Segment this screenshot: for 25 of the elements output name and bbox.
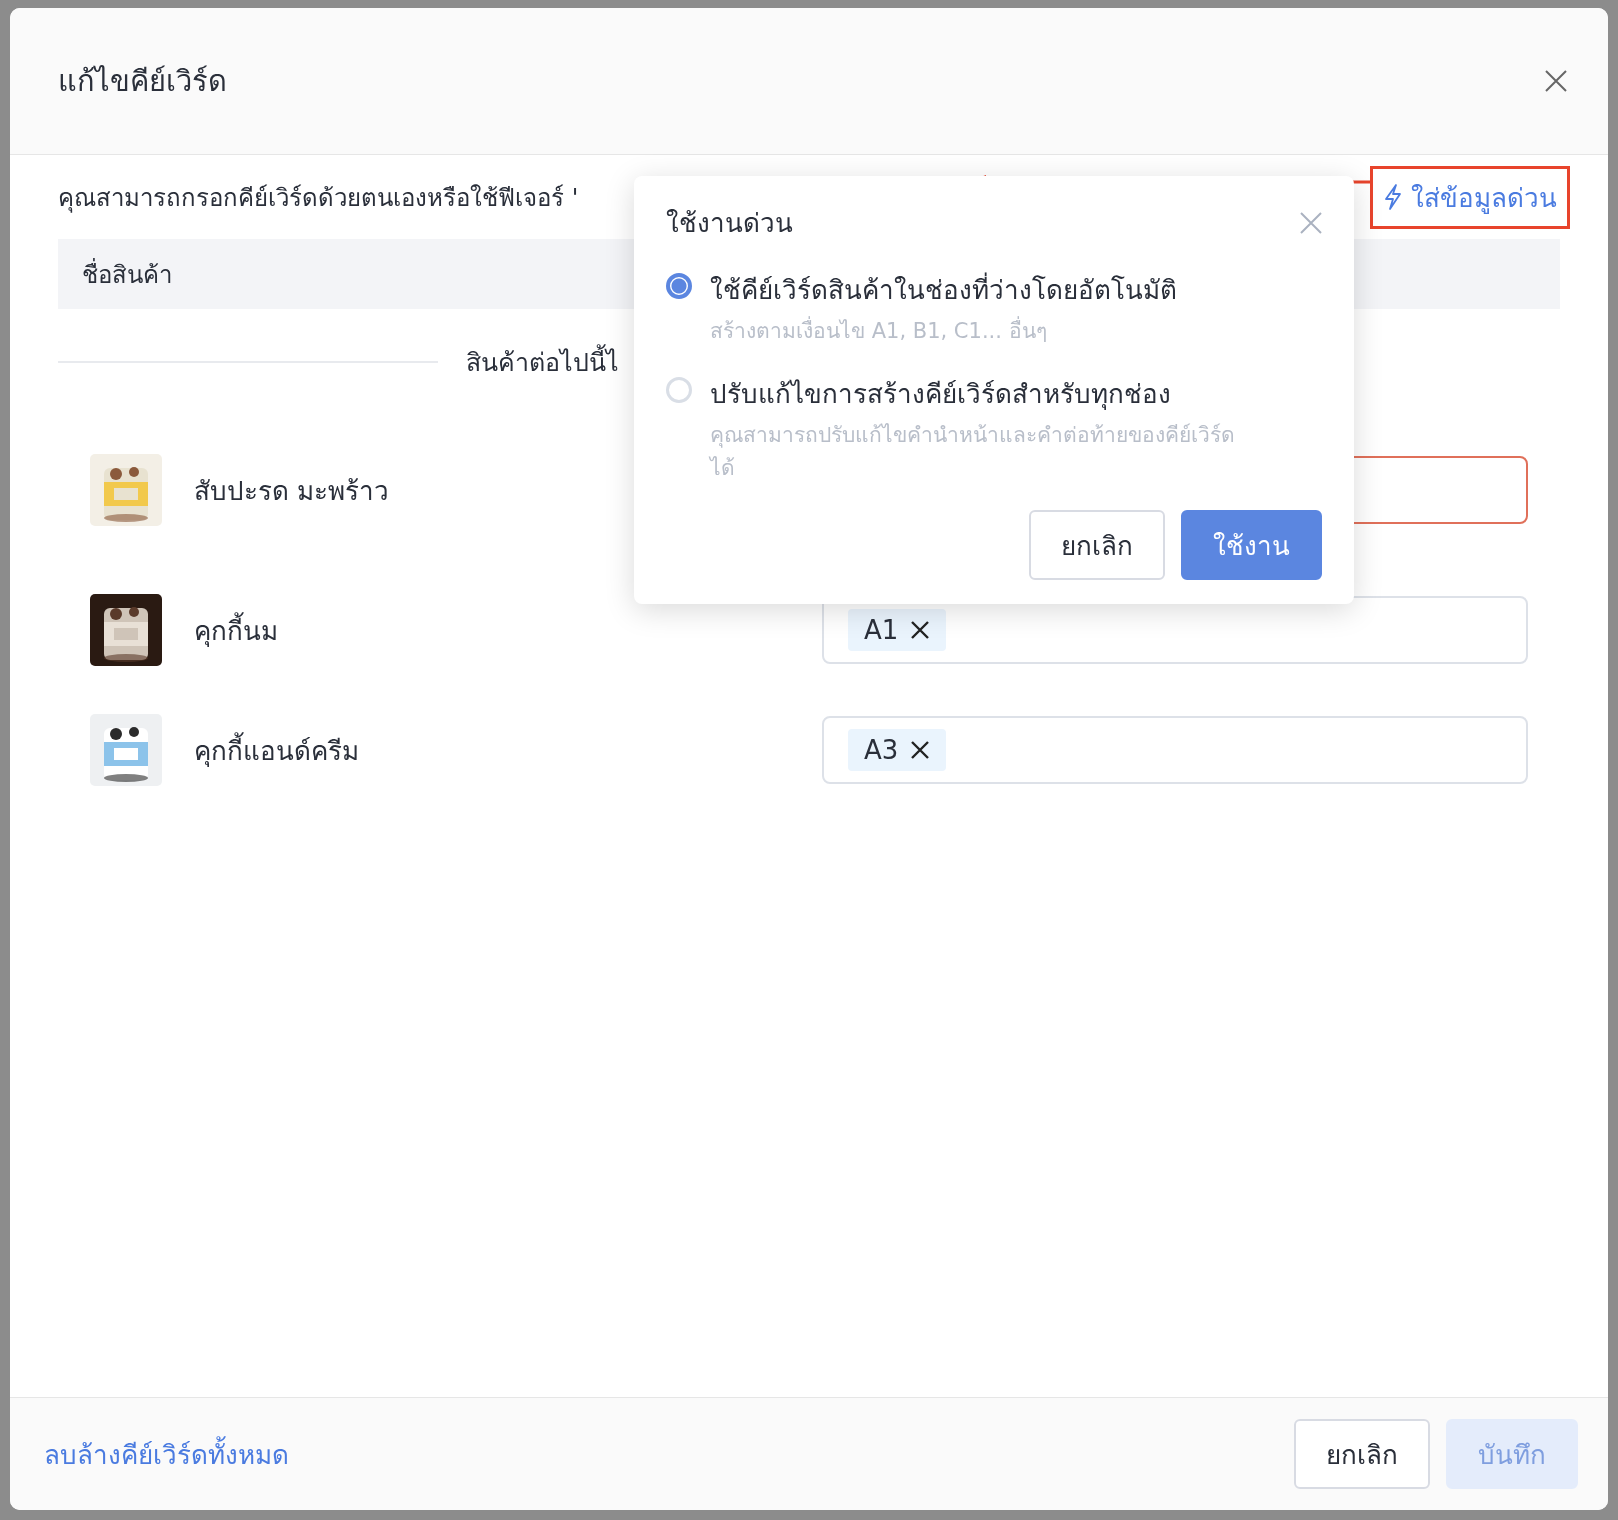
description-text: คุณสามารถกรอกคีย์เวิร์ดด้วยตนเองหรือใช้ฟีเจอร์ ': [58, 182, 579, 215]
option-hint: สร้างตามเงื่อนไข A1, B1, C1... อื่นๆ: [710, 314, 1255, 347]
product-name: คุกกี้แอนด์ครีม: [194, 729, 359, 771]
keyword-tag: A3: [848, 729, 947, 771]
option-label: ใช้คีย์เวิร์ดสินค้าในช่องที่ว่างโดยอัตโนมัติ: [710, 269, 1270, 310]
apply-button[interactable]: ใช้งาน: [1181, 510, 1322, 580]
quick-fill-button[interactable]: ใส่ข้อมูลด่วน: [1381, 174, 1559, 220]
keyword-field[interactable]: A3: [822, 716, 1528, 784]
dialog-title: แก้ไขคีย์เวิร์ด: [58, 63, 227, 100]
product-name: คุกกี้นม: [194, 609, 278, 651]
cancel-button[interactable]: ยกเลิก: [1029, 510, 1165, 580]
radio-button[interactable]: [666, 273, 692, 299]
column-header: ชื่อสินค้า: [82, 257, 172, 291]
option-label: ปรับแก้ไขการสร้างคีย์เวิร์ดสำหรับทุกช่อง: [710, 378, 1172, 412]
popover-title: ใช้งานด่วน: [666, 207, 793, 240]
cancel-button[interactable]: ยกเลิก: [1294, 1419, 1430, 1489]
remove-icon[interactable]: [910, 740, 931, 760]
keyword-tag: A1: [848, 609, 947, 651]
clear-all-link[interactable]: ลบล้างคีย์เวิร์ดทั้งหมด: [44, 1433, 289, 1475]
product-name: สับปะรด มะพร้าว: [194, 474, 390, 508]
remove-icon[interactable]: [910, 620, 931, 640]
divider-label: สินค้าต่อไปนี้ไ: [466, 342, 619, 382]
close-icon[interactable]: [1544, 69, 1568, 93]
lightning-icon: [1383, 183, 1403, 211]
option-hint: คุณสามารถปรับแก้ไขคำนำหน้าและคำต่อท้ายของคีย์เวิร์ดได้: [710, 422, 1236, 482]
